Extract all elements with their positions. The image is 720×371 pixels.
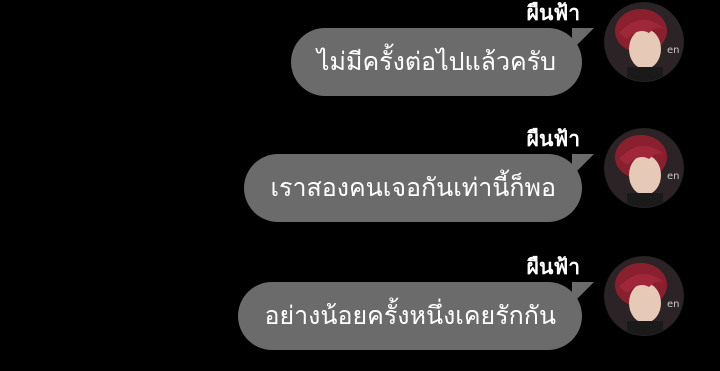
sender-name: ผืนฟ้า xyxy=(526,255,580,279)
message-bubble[interactable]: ไม่มีครั้งต่อไปแล้วครับ xyxy=(290,28,582,96)
message-bubble[interactable]: อย่างน้อยครั้งหนึ่งเคยรักกัน xyxy=(238,282,582,350)
profile-avatar-icon[interactable]: en xyxy=(604,128,684,208)
sender-name: ผืนฟ้า xyxy=(526,1,580,25)
message-group: ผืนฟ้า ไม่มีครั้งต่อไปแล้วครับ en xyxy=(0,0,720,110)
profile-avatar-icon[interactable]: en xyxy=(604,256,684,336)
svg-text:en: en xyxy=(667,171,680,182)
profile-avatar-icon[interactable]: en xyxy=(604,2,684,82)
svg-text:en: en xyxy=(667,299,680,310)
message-bubble[interactable]: เราสองคนเจอกันเท่านี้ก็พอ xyxy=(244,154,582,222)
chat-thread: ผืนฟ้า ไม่มีครั้งต่อไปแล้วครับ en ผืนฟ้า… xyxy=(0,0,720,371)
sender-name: ผืนฟ้า xyxy=(526,127,580,151)
message-group: ผืนฟ้า เราสองคนเจอกันเท่านี้ก็พอ en xyxy=(0,126,720,236)
svg-text:en: en xyxy=(667,45,680,56)
message-group: ผืนฟ้า อย่างน้อยครั้งหนึ่งเคยรักกัน en xyxy=(0,254,720,364)
